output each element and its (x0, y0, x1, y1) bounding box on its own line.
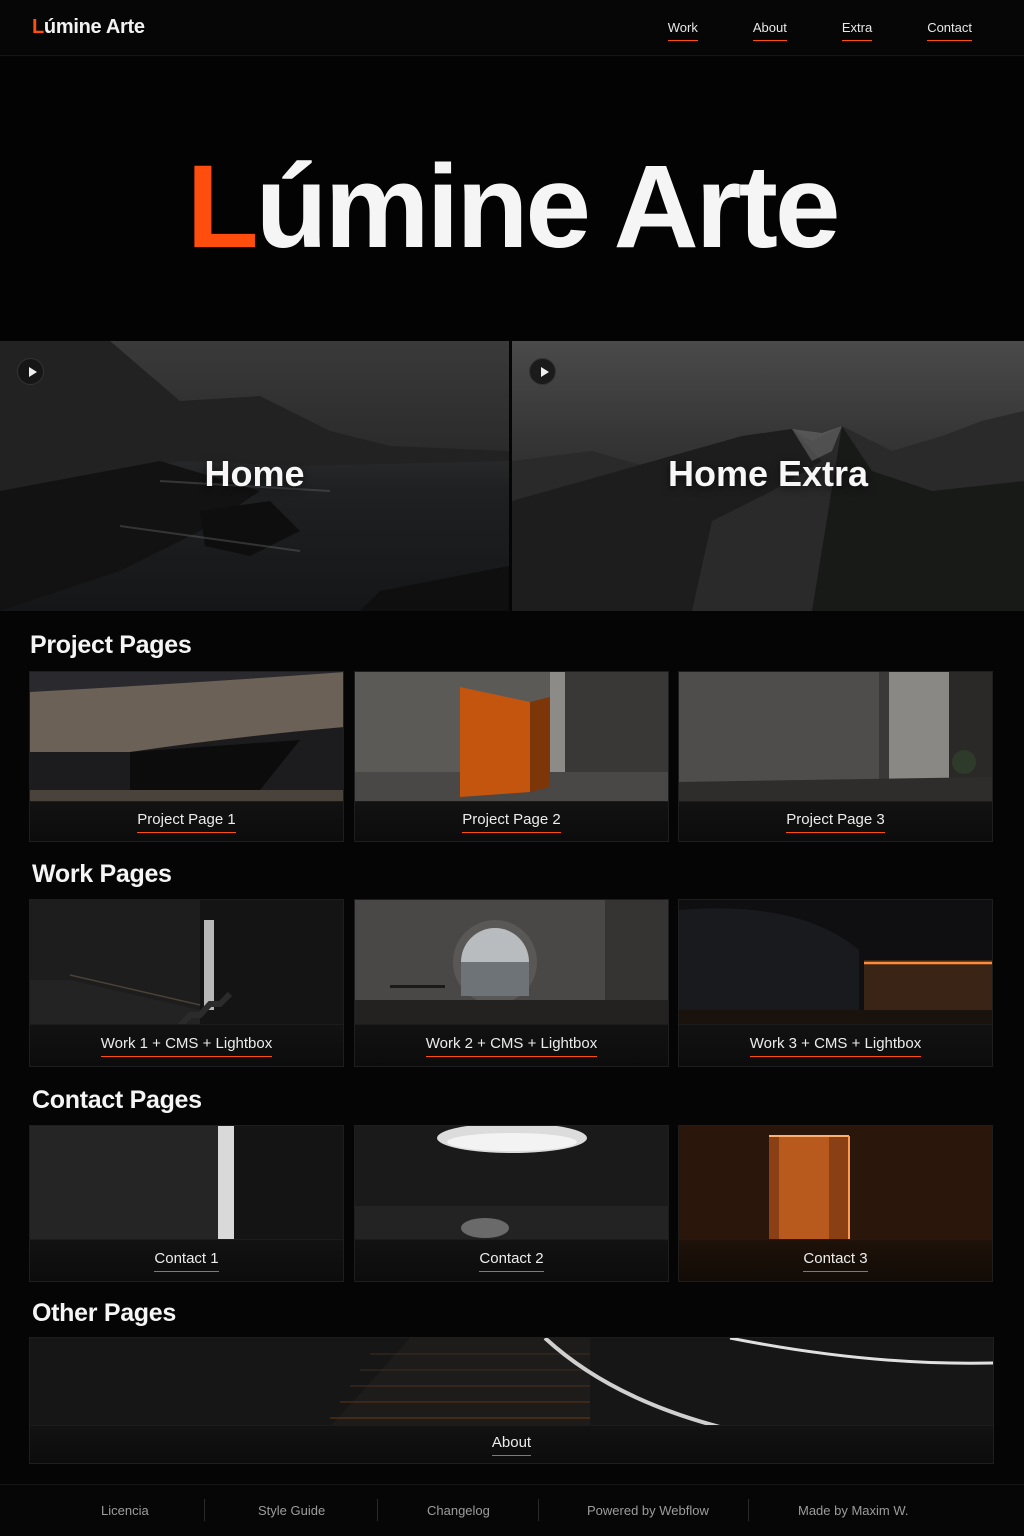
project-card-3-image (679, 672, 992, 803)
project-card-2[interactable]: Project Page 2 (354, 671, 669, 842)
contact-card-1[interactable]: Contact 1 (29, 1125, 344, 1282)
logo-initial: L (32, 16, 44, 38)
footer: Licencia Style Guide Changelog Powered b… (0, 1484, 1024, 1536)
footer-divider (204, 1499, 205, 1521)
home-extra-tile-label: Home Extra (667, 453, 869, 494)
footer-link-powered-by-webflow[interactable]: Powered by Webflow (587, 1503, 709, 1518)
home-tile-label: Home (204, 453, 305, 494)
work-card-1-caption: Work 1 + CMS + Lightbox (30, 1024, 343, 1066)
top-nav: Lúmine Arte Work About Extra Contact (0, 0, 1024, 56)
about-card-label: About (491, 1434, 532, 1456)
hero-title-initial: L (186, 141, 258, 273)
footer-link-style-guide[interactable]: Style Guide (258, 1503, 325, 1518)
work-card-3[interactable]: Work 3 + CMS + Lightbox (678, 899, 993, 1067)
contact-card-1-image (30, 1126, 343, 1241)
contact-card-1-label: Contact 1 (154, 1250, 219, 1272)
about-card-image (30, 1338, 993, 1427)
hero: Lúmine Arte (0, 57, 1024, 340)
contact-card-3-caption: Contact 3 (679, 1239, 992, 1281)
nav-links: Work About Extra Contact (613, 20, 972, 41)
contact-card-2-label: Contact 2 (479, 1250, 544, 1272)
hero-title: Lúmine Arte (0, 137, 1024, 277)
about-card-caption: About (30, 1425, 993, 1463)
project-card-1[interactable]: Project Page 1 (29, 671, 344, 842)
work-card-1-label: Work 1 + CMS + Lightbox (100, 1035, 273, 1057)
nav-link-work[interactable]: Work (667, 20, 698, 41)
work-pages-title: Work Pages (32, 860, 172, 888)
footer-divider (377, 1499, 378, 1521)
project-card-1-image (30, 672, 343, 803)
contact-card-2-image (355, 1126, 668, 1241)
footer-link-changelog[interactable]: Changelog (427, 1503, 490, 1518)
contact-card-1-caption: Contact 1 (30, 1239, 343, 1281)
logo[interactable]: Lúmine Arte (32, 16, 145, 39)
contact-card-2-caption: Contact 2 (355, 1239, 668, 1281)
footer-divider (748, 1499, 749, 1521)
work-card-2-image (355, 900, 668, 1026)
work-card-3-label: Work 3 + CMS + Lightbox (749, 1035, 922, 1057)
home-extra-tile[interactable]: Home Extra (512, 341, 1024, 611)
about-card[interactable]: About (29, 1337, 994, 1464)
nav-link-extra[interactable]: Extra (841, 20, 873, 41)
home-tile[interactable]: Home (0, 341, 509, 611)
project-card-1-label: Project Page 1 (137, 811, 236, 833)
project-card-3-caption: Project Page 3 (679, 801, 992, 841)
work-card-3-image (679, 900, 992, 1026)
work-card-1-image (30, 900, 343, 1026)
other-pages-title: Other Pages (32, 1299, 176, 1327)
logo-text: úmine Arte (43, 16, 145, 38)
nav-link-contact[interactable]: Contact (927, 20, 972, 41)
hero-title-text: úmine Arte (255, 141, 841, 273)
contact-pages-title: Contact Pages (32, 1086, 202, 1114)
project-card-2-caption: Project Page 2 (355, 801, 668, 841)
project-card-3[interactable]: Project Page 3 (678, 671, 993, 842)
footer-link-licencia[interactable]: Licencia (101, 1503, 149, 1518)
work-card-2-label: Work 2 + CMS + Lightbox (425, 1035, 598, 1057)
project-card-1-caption: Project Page 1 (30, 801, 343, 841)
work-card-2[interactable]: Work 2 + CMS + Lightbox (354, 899, 669, 1067)
contact-card-3-image (679, 1126, 992, 1241)
project-card-2-label: Project Page 2 (462, 811, 561, 833)
nav-link-about[interactable]: About (752, 20, 787, 41)
project-card-2-image (355, 672, 668, 803)
play-icon[interactable] (529, 358, 556, 385)
project-pages-title: Project Pages (30, 631, 192, 659)
work-card-3-caption: Work 3 + CMS + Lightbox (679, 1024, 992, 1066)
footer-link-made-by[interactable]: Made by Maxim W. (798, 1503, 909, 1518)
contact-card-3[interactable]: Contact 3 (678, 1125, 993, 1282)
project-card-3-label: Project Page 3 (786, 811, 885, 833)
play-icon[interactable] (17, 358, 44, 385)
work-card-1[interactable]: Work 1 + CMS + Lightbox (29, 899, 344, 1067)
footer-divider (538, 1499, 539, 1521)
contact-card-3-label: Contact 3 (803, 1250, 868, 1272)
contact-card-2[interactable]: Contact 2 (354, 1125, 669, 1282)
work-card-2-caption: Work 2 + CMS + Lightbox (355, 1024, 668, 1066)
